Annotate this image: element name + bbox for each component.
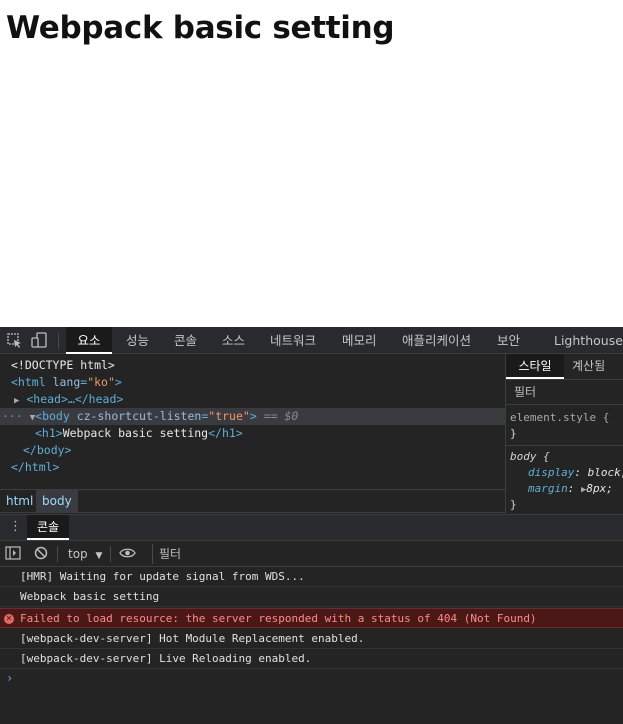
- console-message[interactable]: [webpack-dev-server] Hot Module Replacem…: [0, 629, 623, 649]
- body-attr-value: "true": [208, 409, 250, 423]
- dom-head-collapsed[interactable]: ▶ <head>…</head>: [0, 391, 505, 408]
- body-rule-close: }: [510, 498, 517, 511]
- page-content: Webpack basic setting: [0, 0, 623, 327]
- device-toolbar-icon[interactable]: [31, 332, 48, 349]
- error-icon: ✕: [4, 614, 14, 624]
- live-expression-eye-icon[interactable]: [119, 547, 136, 562]
- console-error-message[interactable]: ✕ Failed to load resource: the server re…: [0, 608, 623, 628]
- prop-name: margin: [528, 482, 568, 495]
- tab-application[interactable]: 애플리케이션: [402, 327, 471, 354]
- doctype-text: <!DOCTYPE html>: [11, 358, 115, 372]
- tab-security[interactable]: 보안: [497, 327, 520, 354]
- h1-close-tag: </h1>: [208, 426, 243, 440]
- sidebar-toggle-icon[interactable]: [5, 546, 21, 563]
- devtools-tab-bar: 요소 성능 콘솔 소스 네트워크 메모리 애플리케이션 보안 Lighthous…: [0, 327, 623, 354]
- dom-doctype[interactable]: <!DOCTYPE html>: [0, 357, 505, 374]
- clear-console-icon[interactable]: [34, 546, 48, 563]
- tab-lighthouse[interactable]: Lighthouse: [554, 327, 623, 354]
- h1-text: Webpack basic setting: [62, 426, 209, 440]
- body-rule-selector[interactable]: body {: [510, 449, 550, 465]
- html-lang-value: "ko": [87, 375, 115, 389]
- tab-console[interactable]: 콘솔: [174, 327, 197, 354]
- tab-styles[interactable]: 스타일: [506, 354, 564, 379]
- more-dots-icon[interactable]: ···: [2, 409, 23, 423]
- body-tag: <body: [35, 409, 70, 423]
- h1-open-tag: <h1>: [35, 426, 63, 440]
- html-lang-attr: lang: [52, 375, 81, 389]
- prop-name: display: [528, 466, 575, 479]
- toolbar-divider: [110, 546, 111, 562]
- element-style-rule[interactable]: element.style {: [510, 410, 609, 426]
- style-prop-margin[interactable]: margin: ▶8px;: [528, 481, 613, 498]
- drawer-menu-icon[interactable]: ⋮: [9, 519, 22, 535]
- breadcrumb-body[interactable]: body: [36, 490, 78, 512]
- dom-html-close[interactable]: </html>: [0, 459, 505, 476]
- selected-marker: == $0: [263, 409, 299, 423]
- tab-sources[interactable]: 소스: [222, 327, 245, 354]
- tab-computed[interactable]: 계산됨: [572, 354, 605, 379]
- element-style-close: }: [510, 427, 517, 440]
- console-message[interactable]: Webpack basic setting: [0, 587, 623, 607]
- page-heading: Webpack basic setting: [6, 10, 395, 46]
- console-output: [HMR] Waiting for update signal from WDS…: [0, 567, 623, 724]
- dom-h1[interactable]: <h1>Webpack basic setting</h1>: [0, 425, 505, 442]
- tab-elements[interactable]: 요소: [66, 327, 112, 354]
- console-filter-input[interactable]: 필터: [152, 544, 623, 564]
- html-close-tag: </html>: [11, 460, 60, 474]
- dom-body-open[interactable]: ··· ▼<body cz-shortcut-listen="true"> ==…: [0, 408, 505, 425]
- styles-filter-input[interactable]: 필터: [506, 380, 623, 405]
- body-close-tag: </body>: [23, 443, 72, 457]
- html-tag: <html: [11, 375, 46, 389]
- context-select[interactable]: top ▼: [62, 545, 108, 563]
- drawer-tab-bar: ⋮ 콘솔: [0, 514, 623, 541]
- error-text: Failed to load resource: the server resp…: [20, 612, 537, 625]
- prop-value: block;: [587, 466, 623, 479]
- console-toolbar: top ▼ 필터: [0, 541, 623, 567]
- console-message[interactable]: [webpack-dev-server] Live Reloading enab…: [0, 649, 623, 669]
- elements-tree: <!DOCTYPE html> <html lang="ko"> ▶ <head…: [0, 354, 505, 489]
- breadcrumb-html[interactable]: html: [0, 490, 39, 512]
- tab-network[interactable]: 네트워크: [270, 327, 316, 354]
- styles-pane: 스타일 계산됨 필터 element.style { } body { disp…: [505, 354, 623, 513]
- dom-html-open[interactable]: <html lang="ko">: [0, 374, 505, 391]
- console-prompt[interactable]: ›: [6, 671, 13, 685]
- toolbar-divider: [57, 546, 58, 562]
- devtools-panel: 요소 성능 콘솔 소스 네트워크 메모리 애플리케이션 보안 Lighthous…: [0, 327, 623, 724]
- body-attr: cz-shortcut-listen: [76, 409, 202, 423]
- expand-triangle-icon[interactable]: ▶: [14, 396, 19, 406]
- context-value: top: [68, 547, 88, 561]
- toolbar-divider: [58, 333, 59, 349]
- style-prop-display[interactable]: display: block;: [528, 465, 623, 481]
- console-message[interactable]: [HMR] Waiting for update signal from WDS…: [0, 567, 623, 587]
- head-tag: <head>…</head>: [26, 392, 124, 406]
- prop-value: 8px;: [586, 482, 613, 495]
- tab-performance[interactable]: 성능: [126, 327, 149, 354]
- styles-tab-bar: 스타일 계산됨: [506, 354, 623, 380]
- dom-body-close[interactable]: </body>: [0, 442, 505, 459]
- chevron-down-icon: ▼: [95, 551, 103, 561]
- drawer-tab-console[interactable]: 콘솔: [27, 515, 69, 540]
- breadcrumb: html body: [0, 489, 505, 513]
- tab-memory[interactable]: 메모리: [342, 327, 377, 354]
- inspect-element-icon[interactable]: [6, 332, 23, 349]
- rule-divider: [506, 445, 623, 446]
